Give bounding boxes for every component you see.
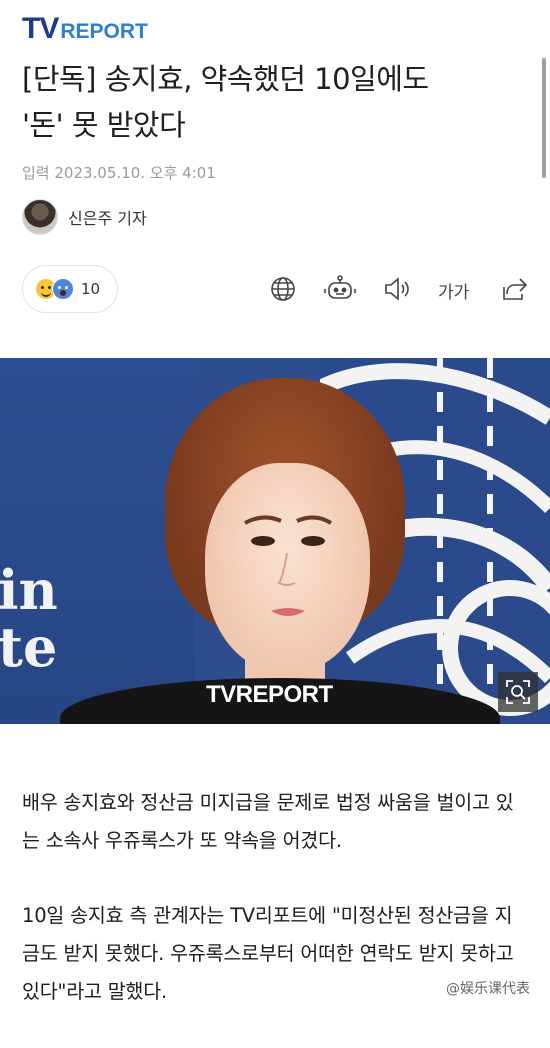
reporter-name[interactable]: 신은주 기자 <box>68 205 147 229</box>
site-header: TV REPORT <box>0 0 550 56</box>
article-headline: [단독] 송지효, 약속했던 10일에도 '돈' 못 받았다 <box>22 56 522 148</box>
share-icon[interactable] <box>500 275 528 303</box>
zoom-icon <box>506 680 530 704</box>
speaker-icon[interactable] <box>382 275 410 303</box>
headline-line-1: [단독] 송지효, 약속했던 10일에도 <box>22 62 429 96</box>
article-paragraph-1: 배우 송지효와 정산금 미지급을 문제로 법정 싸움을 벌이고 있는 소속사 우… <box>22 791 514 852</box>
article-toolbar: 10 가가 <box>22 265 532 315</box>
globe-icon[interactable] <box>269 275 297 303</box>
person-face <box>205 463 370 673</box>
photo-watermark: TVREPORT <box>206 681 333 708</box>
face-features <box>244 515 333 616</box>
logo-report: REPORT <box>60 20 148 43</box>
reaction-count: 10 <box>81 280 101 298</box>
zoom-button[interactable] <box>498 672 538 712</box>
weibo-watermark: @娱乐课代表 <box>444 978 532 998</box>
surprised-emoji-icon <box>52 278 74 300</box>
article-dateline: 입력 2023.05.10. 오후 4:01 <box>22 164 216 182</box>
article-photo[interactable]: in te TVREPORT <box>0 358 550 724</box>
font-size-button[interactable]: 가가 <box>438 278 469 303</box>
tvreport-logo[interactable]: TV REPORT <box>22 10 148 44</box>
headline-line-2: '돈' 못 받았다 <box>22 108 186 142</box>
article-body: 배우 송지효와 정산금 미지급을 문제로 법정 싸움을 벌이고 있는 소속사 우… <box>22 784 528 1048</box>
backdrop-text-1: in <box>0 558 58 622</box>
logo-tv: TV <box>22 12 59 45</box>
reporter-info[interactable]: 신은주 기자 <box>22 199 147 235</box>
reaction-button[interactable]: 10 <box>22 265 118 313</box>
backdrop-text-2: te <box>0 615 58 679</box>
reporter-avatar[interactable] <box>22 199 58 235</box>
scrollbar[interactable] <box>542 58 546 178</box>
robot-icon[interactable] <box>324 275 356 303</box>
